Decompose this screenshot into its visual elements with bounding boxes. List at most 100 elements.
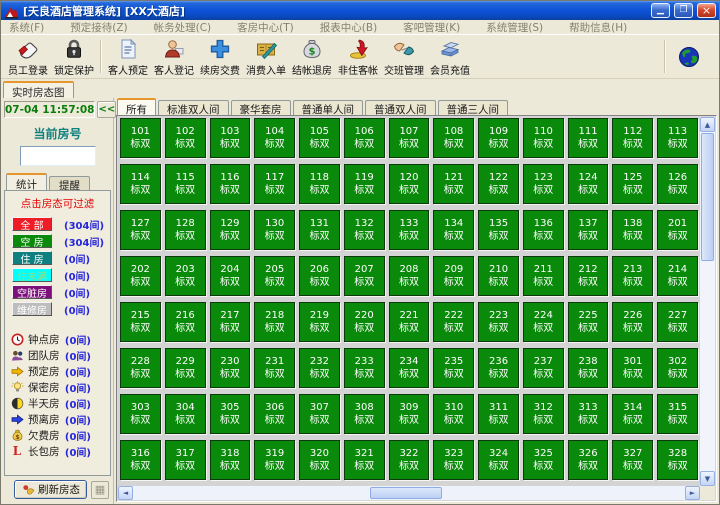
room-cell[interactable]: 316 标双 [120,440,161,480]
room-cell[interactable]: 324 标双 [478,440,519,480]
room-cell[interactable]: 104 标双 [254,118,296,158]
room-cell[interactable]: 201 标双 [657,210,698,250]
room-cell[interactable]: 235 标双 [433,348,475,388]
room-cell[interactable]: 325 标双 [522,440,564,480]
room-cell[interactable]: 225 标双 [567,302,609,342]
status-filter-button[interactable]: 空脏房 [12,285,52,300]
room-cell[interactable]: 219 标双 [299,302,340,342]
room-cell[interactable]: 228 标双 [120,348,161,388]
room-cell[interactable]: 136 标双 [522,210,564,250]
room-cell[interactable]: 305 标双 [209,394,251,434]
room-cell[interactable]: 222 标双 [433,302,475,342]
sidebar-tab-item[interactable]: 提醒 [49,176,90,192]
tab-realtime-room-status[interactable]: 实时房态图 [3,81,74,99]
room-cell[interactable]: 234 标双 [388,348,430,388]
room-cell[interactable]: 232 标双 [299,348,340,388]
room-cell[interactable]: 314 标双 [612,394,654,434]
room-cell[interactable]: 109 标双 [478,118,519,158]
vertical-scroll-thumb[interactable] [701,133,714,261]
current-room-input[interactable] [19,146,96,166]
room-cell[interactable]: 111 标双 [567,118,609,158]
scroll-left-button[interactable]: ◄ [118,486,133,500]
room-cell[interactable]: 132 标双 [343,210,385,250]
menu-item[interactable]: 系统(F) [7,20,54,35]
room-cell[interactable]: 121 标双 [433,164,475,204]
room-cell[interactable]: 230 标双 [209,348,251,388]
toolbar-button[interactable]: 员工登录 [5,36,51,77]
toolbar-button[interactable]: 客人预定 [105,36,151,77]
room-kind-row[interactable]: 团队房 (0间) [8,347,107,363]
room-cell[interactable]: 321 标双 [343,440,385,480]
room-cell[interactable]: 107 标双 [388,118,430,158]
room-cell[interactable]: 124 标双 [567,164,609,204]
room-cell[interactable]: 308 标双 [343,394,385,434]
room-kind-row[interactable]: 保密房 (0间) [8,379,107,395]
room-cell[interactable]: 318 标双 [209,440,251,480]
room-cell[interactable]: 319 标双 [254,440,296,480]
room-cell[interactable]: 327 标双 [612,440,654,480]
room-cell[interactable]: 213 标双 [612,256,654,296]
room-cell[interactable]: 233 标双 [343,348,385,388]
room-type-tab[interactable]: 所有 [117,98,156,116]
room-cell[interactable]: 129 标双 [209,210,251,250]
room-cell[interactable]: 105 标双 [299,118,340,158]
toolbar-button[interactable]: $ 结帐退房 [289,36,335,77]
status-filter-button[interactable]: 全 部 [12,217,52,232]
scroll-down-button[interactable]: ▼ [700,471,715,486]
room-type-tab[interactable]: 普通三人间 [437,100,508,116]
room-type-tab[interactable]: 标准双人间 [158,100,229,116]
room-kind-row[interactable]: 钟点房 (0间) [8,331,107,347]
legend-button[interactable]: ▦ [91,480,109,499]
menu-item[interactable]: 客吧管理(K) [401,20,470,35]
room-cell[interactable]: 114 标双 [120,164,161,204]
refresh-room-status-button[interactable]: 刷新房态 [14,480,87,499]
room-cell[interactable]: 207 标双 [343,256,385,296]
room-cell[interactable]: 203 标双 [164,256,206,296]
room-cell[interactable]: 317 标双 [164,440,206,480]
toolbar-button[interactable]: 客人登记 [151,36,197,77]
room-cell[interactable]: 217 标双 [209,302,251,342]
room-cell[interactable]: 204 标双 [209,256,251,296]
room-cell[interactable]: 120 标双 [388,164,430,204]
room-cell[interactable]: 212 标双 [567,256,609,296]
room-cell[interactable]: 227 标双 [657,302,698,342]
toolbar-button[interactable]: 交班管理 [381,36,427,77]
close-button[interactable]: × [697,3,716,18]
toolbar-button[interactable]: 续房交费 [197,36,243,77]
menu-item[interactable]: 报表中心(B) [318,20,387,35]
room-cell[interactable]: 310 标双 [433,394,475,434]
room-cell[interactable]: 117 标双 [254,164,296,204]
room-type-tab[interactable]: 豪华套房 [230,100,291,116]
room-cell[interactable]: 210 标双 [478,256,519,296]
room-cell[interactable]: 215 标双 [120,302,161,342]
room-cell[interactable]: 123 标双 [522,164,564,204]
room-cell[interactable]: 119 标双 [343,164,385,204]
room-cell[interactable]: 208 标双 [388,256,430,296]
room-cell[interactable]: 312 标双 [522,394,564,434]
room-cell[interactable]: 229 标双 [164,348,206,388]
menu-item[interactable]: 帐务处理(C) [152,20,222,35]
room-cell[interactable]: 108 标双 [433,118,475,158]
room-cell[interactable]: 115 标双 [164,164,206,204]
scroll-right-button[interactable]: ► [685,486,700,500]
status-filter-button[interactable]: 维修房 [12,302,52,317]
room-type-tab[interactable]: 普通双人间 [365,100,436,116]
room-cell[interactable]: 323 标双 [433,440,475,480]
room-cell[interactable]: 223 标双 [478,302,519,342]
room-cell[interactable]: 309 标双 [388,394,430,434]
horizontal-scrollbar[interactable]: ◄ ► [118,486,700,500]
room-cell[interactable]: 125 标双 [612,164,654,204]
room-cell[interactable]: 216 标双 [164,302,206,342]
status-filter-button[interactable]: 住 房 [12,251,52,266]
room-cell[interactable]: 101 标双 [120,118,161,158]
room-cell[interactable]: 206 标双 [299,256,340,296]
room-cell[interactable]: 106 标双 [343,118,385,158]
room-cell[interactable]: 202 标双 [120,256,161,296]
room-kind-row[interactable]: 预定房 (0间) [8,363,107,379]
room-cell[interactable]: 313 标双 [567,394,609,434]
room-cell[interactable]: 326 标双 [567,440,609,480]
room-kind-row[interactable]: $ 欠费房 (0间) [8,427,107,443]
room-cell[interactable]: 110 标双 [522,118,564,158]
room-type-tab[interactable]: 普通单人间 [292,100,363,116]
room-cell[interactable]: 218 标双 [254,302,296,342]
